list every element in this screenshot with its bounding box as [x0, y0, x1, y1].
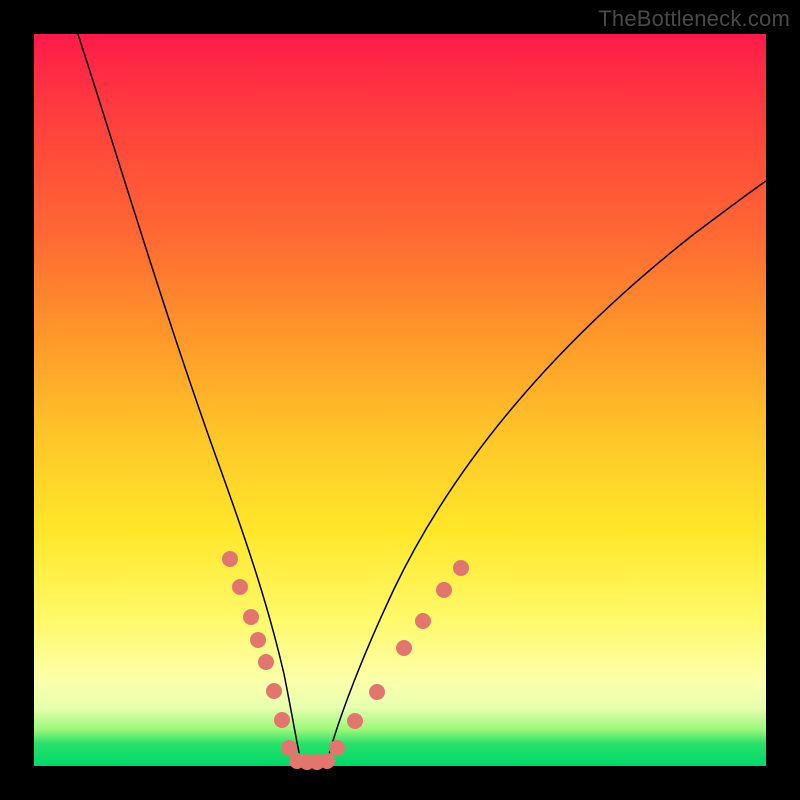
chart-stage: TheBottleneck.com	[0, 0, 800, 800]
plot-area	[34, 34, 766, 766]
watermark-text: TheBottleneck.com	[598, 6, 790, 32]
dot	[274, 712, 290, 728]
dot	[329, 740, 345, 756]
dot	[222, 551, 238, 567]
dot	[415, 613, 431, 629]
dot	[258, 654, 274, 670]
curve-layer	[34, 34, 766, 766]
dot	[319, 753, 335, 769]
dot	[369, 684, 385, 700]
bottleneck-curve	[78, 34, 766, 762]
dot	[347, 713, 363, 729]
flat-dots	[289, 753, 335, 770]
right-dots	[329, 560, 469, 756]
dot	[250, 632, 266, 648]
dot	[436, 582, 452, 598]
dot	[266, 683, 282, 699]
dot	[453, 560, 469, 576]
dot	[396, 640, 412, 656]
dot	[243, 609, 259, 625]
dot	[232, 579, 248, 595]
